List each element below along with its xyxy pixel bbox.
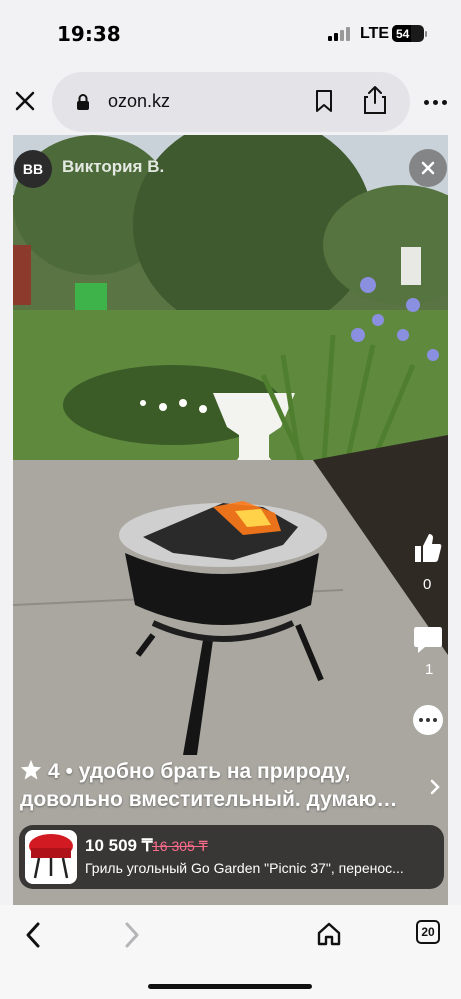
review-text[interactable]: 4 • удобно брать на природу, довольно вм… (20, 758, 420, 814)
share-icon[interactable] (363, 85, 387, 115)
like-count: 0 (423, 576, 432, 593)
more-icon[interactable] (424, 100, 447, 105)
chevron-right-icon[interactable] (429, 778, 441, 796)
thumbs-up-icon[interactable] (413, 532, 443, 564)
close-icon (421, 161, 435, 175)
old-price: 16 305 ₸ (152, 838, 208, 854)
signal-icon (328, 27, 350, 41)
browser-toolbar: ozon.kz (0, 72, 461, 132)
status-bar: 19:38 LTE 54 (0, 0, 461, 70)
back-icon[interactable] (23, 921, 43, 949)
star-icon (20, 759, 42, 780)
review-rating-text: 4 • удобно брать на природу, (48, 760, 351, 783)
price: 10 509 ₸ (85, 836, 153, 855)
close-photo-button[interactable] (409, 149, 447, 187)
home-icon[interactable] (316, 921, 342, 947)
lock-icon (77, 94, 89, 110)
comment-icon[interactable] (413, 624, 443, 654)
comment-count: 1 (425, 661, 434, 678)
product-title: Гриль угольный Go Garden "Picnic 37", пе… (85, 860, 404, 876)
review-line-2: довольно вместительный. думаю… (20, 788, 398, 811)
battery-level: 54 (396, 26, 410, 41)
home-indicator (148, 984, 312, 989)
avatar[interactable]: ВВ (14, 150, 52, 188)
review-line-1: 4 • удобно брать на природу, (20, 758, 420, 786)
forward-icon[interactable] (122, 921, 142, 949)
author-name[interactable]: Виктория В. (62, 157, 164, 177)
more-options-icon[interactable] (413, 705, 443, 735)
tabs-button[interactable]: 20 (416, 920, 440, 944)
bookmark-icon[interactable] (315, 89, 333, 113)
browser-bottom-bar: 20 (0, 905, 461, 999)
battery-cap (425, 31, 427, 37)
network-type: LTE (360, 25, 390, 42)
url-text: ozon.kz (108, 91, 171, 111)
close-icon[interactable] (14, 90, 36, 112)
product-card[interactable]: 10 509 ₸ 16 305 ₸ Гриль угольный Go Gard… (19, 825, 444, 889)
battery-icon: 54 (392, 25, 424, 42)
product-thumbnail (25, 830, 77, 884)
address-bar[interactable]: ozon.kz (52, 72, 410, 132)
clock: 19:38 (57, 22, 121, 46)
